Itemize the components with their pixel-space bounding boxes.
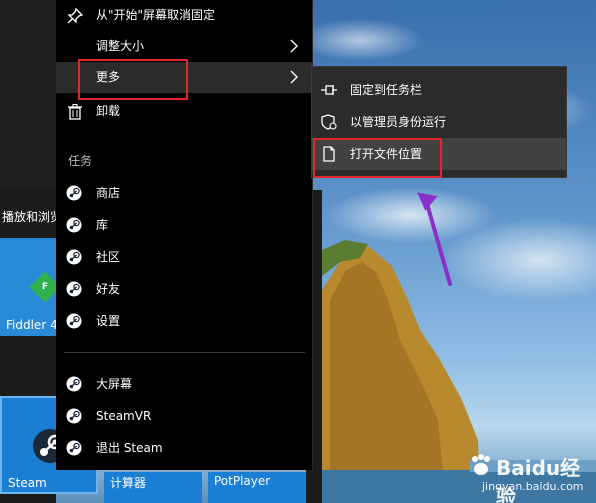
tile-potplayer-label: PotPlayer bbox=[214, 474, 271, 488]
steam-icon bbox=[66, 217, 82, 233]
highlight-box-open-file-location bbox=[313, 138, 442, 178]
task-settings[interactable]: 设置 bbox=[56, 305, 313, 337]
menu-item-uninstall-label: 卸载 bbox=[96, 104, 121, 118]
tile-calculator-label: 计算器 bbox=[110, 476, 147, 490]
pin-taskbar-icon bbox=[321, 85, 337, 95]
tile-fiddler[interactable]: F Fiddler 4 bbox=[0, 238, 56, 336]
task-store[interactable]: 商店 bbox=[56, 177, 313, 209]
menu-item-unpin[interactable]: 从"开始"屏幕取消固定 bbox=[56, 0, 313, 31]
submenu-pin-taskbar[interactable]: 固定到任务栏 bbox=[312, 74, 566, 106]
tile-calculator[interactable]: 计算器 bbox=[104, 472, 202, 503]
menu-item-uninstall[interactable]: 卸载 bbox=[56, 96, 313, 127]
menu-item-unpin-label: 从"开始"屏幕取消固定 bbox=[96, 8, 216, 22]
chevron-right-icon bbox=[290, 70, 298, 84]
baidu-paw-icon bbox=[472, 454, 490, 475]
submenu-run-as-admin-label: 以管理员身份运行 bbox=[350, 115, 447, 129]
watermark-logo-text: Baidu经验 bbox=[496, 456, 581, 503]
tile-fiddler-label: Fiddler 4 bbox=[6, 318, 56, 332]
watermark-url: jingyan.baidu.com bbox=[482, 480, 584, 493]
task-library[interactable]: 库 bbox=[56, 209, 313, 241]
shield-icon bbox=[321, 114, 337, 130]
steam-icon bbox=[66, 281, 82, 297]
task-store-label: 商店 bbox=[96, 186, 121, 200]
task-friends-label: 好友 bbox=[96, 282, 121, 296]
start-menu-top-area bbox=[0, 0, 56, 190]
steam-icon bbox=[66, 185, 82, 201]
menu-item-resize[interactable]: 调整大小 bbox=[56, 31, 313, 62]
steam-icon bbox=[66, 376, 82, 392]
unpin-icon bbox=[67, 7, 84, 24]
submenu-pin-taskbar-label: 固定到任务栏 bbox=[350, 83, 423, 97]
submenu-run-as-admin[interactable]: 以管理员身份运行 bbox=[312, 106, 566, 138]
steam-icon bbox=[66, 440, 82, 456]
task-community[interactable]: 社区 bbox=[56, 241, 313, 273]
highlight-box-more bbox=[78, 59, 188, 100]
task-friends[interactable]: 好友 bbox=[56, 273, 313, 305]
fiddler-logo-icon: F bbox=[29, 271, 56, 303]
task-steamvr-label: SteamVR bbox=[96, 409, 152, 423]
baidu-watermark: Baidu经验 jingyan.baidu.com bbox=[468, 448, 596, 503]
tile-potplayer[interactable]: PotPlayer bbox=[208, 472, 306, 503]
chevron-right-icon bbox=[290, 39, 298, 53]
annotation-arrow-icon bbox=[417, 192, 452, 286]
task-big-picture-label: 大屏幕 bbox=[96, 377, 133, 391]
steam-icon bbox=[66, 408, 82, 424]
task-big-picture[interactable]: 大屏幕 bbox=[56, 368, 313, 400]
tasks-section-header: 任务 bbox=[68, 154, 93, 168]
task-exit-steam-label: 退出 Steam bbox=[96, 441, 163, 455]
task-settings-label: 设置 bbox=[96, 314, 121, 328]
tile-steam-label: Steam bbox=[8, 476, 47, 490]
task-exit-steam[interactable]: 退出 Steam bbox=[56, 432, 313, 464]
steam-icon bbox=[66, 313, 82, 329]
menu-item-resize-label: 调整大小 bbox=[96, 39, 145, 53]
task-steamvr[interactable]: SteamVR bbox=[56, 400, 313, 432]
task-community-label: 社区 bbox=[96, 250, 121, 264]
steam-icon bbox=[66, 249, 82, 265]
tile-group-header[interactable]: 播放和浏览 bbox=[0, 205, 56, 229]
task-library-label: 库 bbox=[96, 218, 109, 232]
trash-icon bbox=[68, 103, 82, 120]
menu-divider bbox=[64, 352, 305, 353]
